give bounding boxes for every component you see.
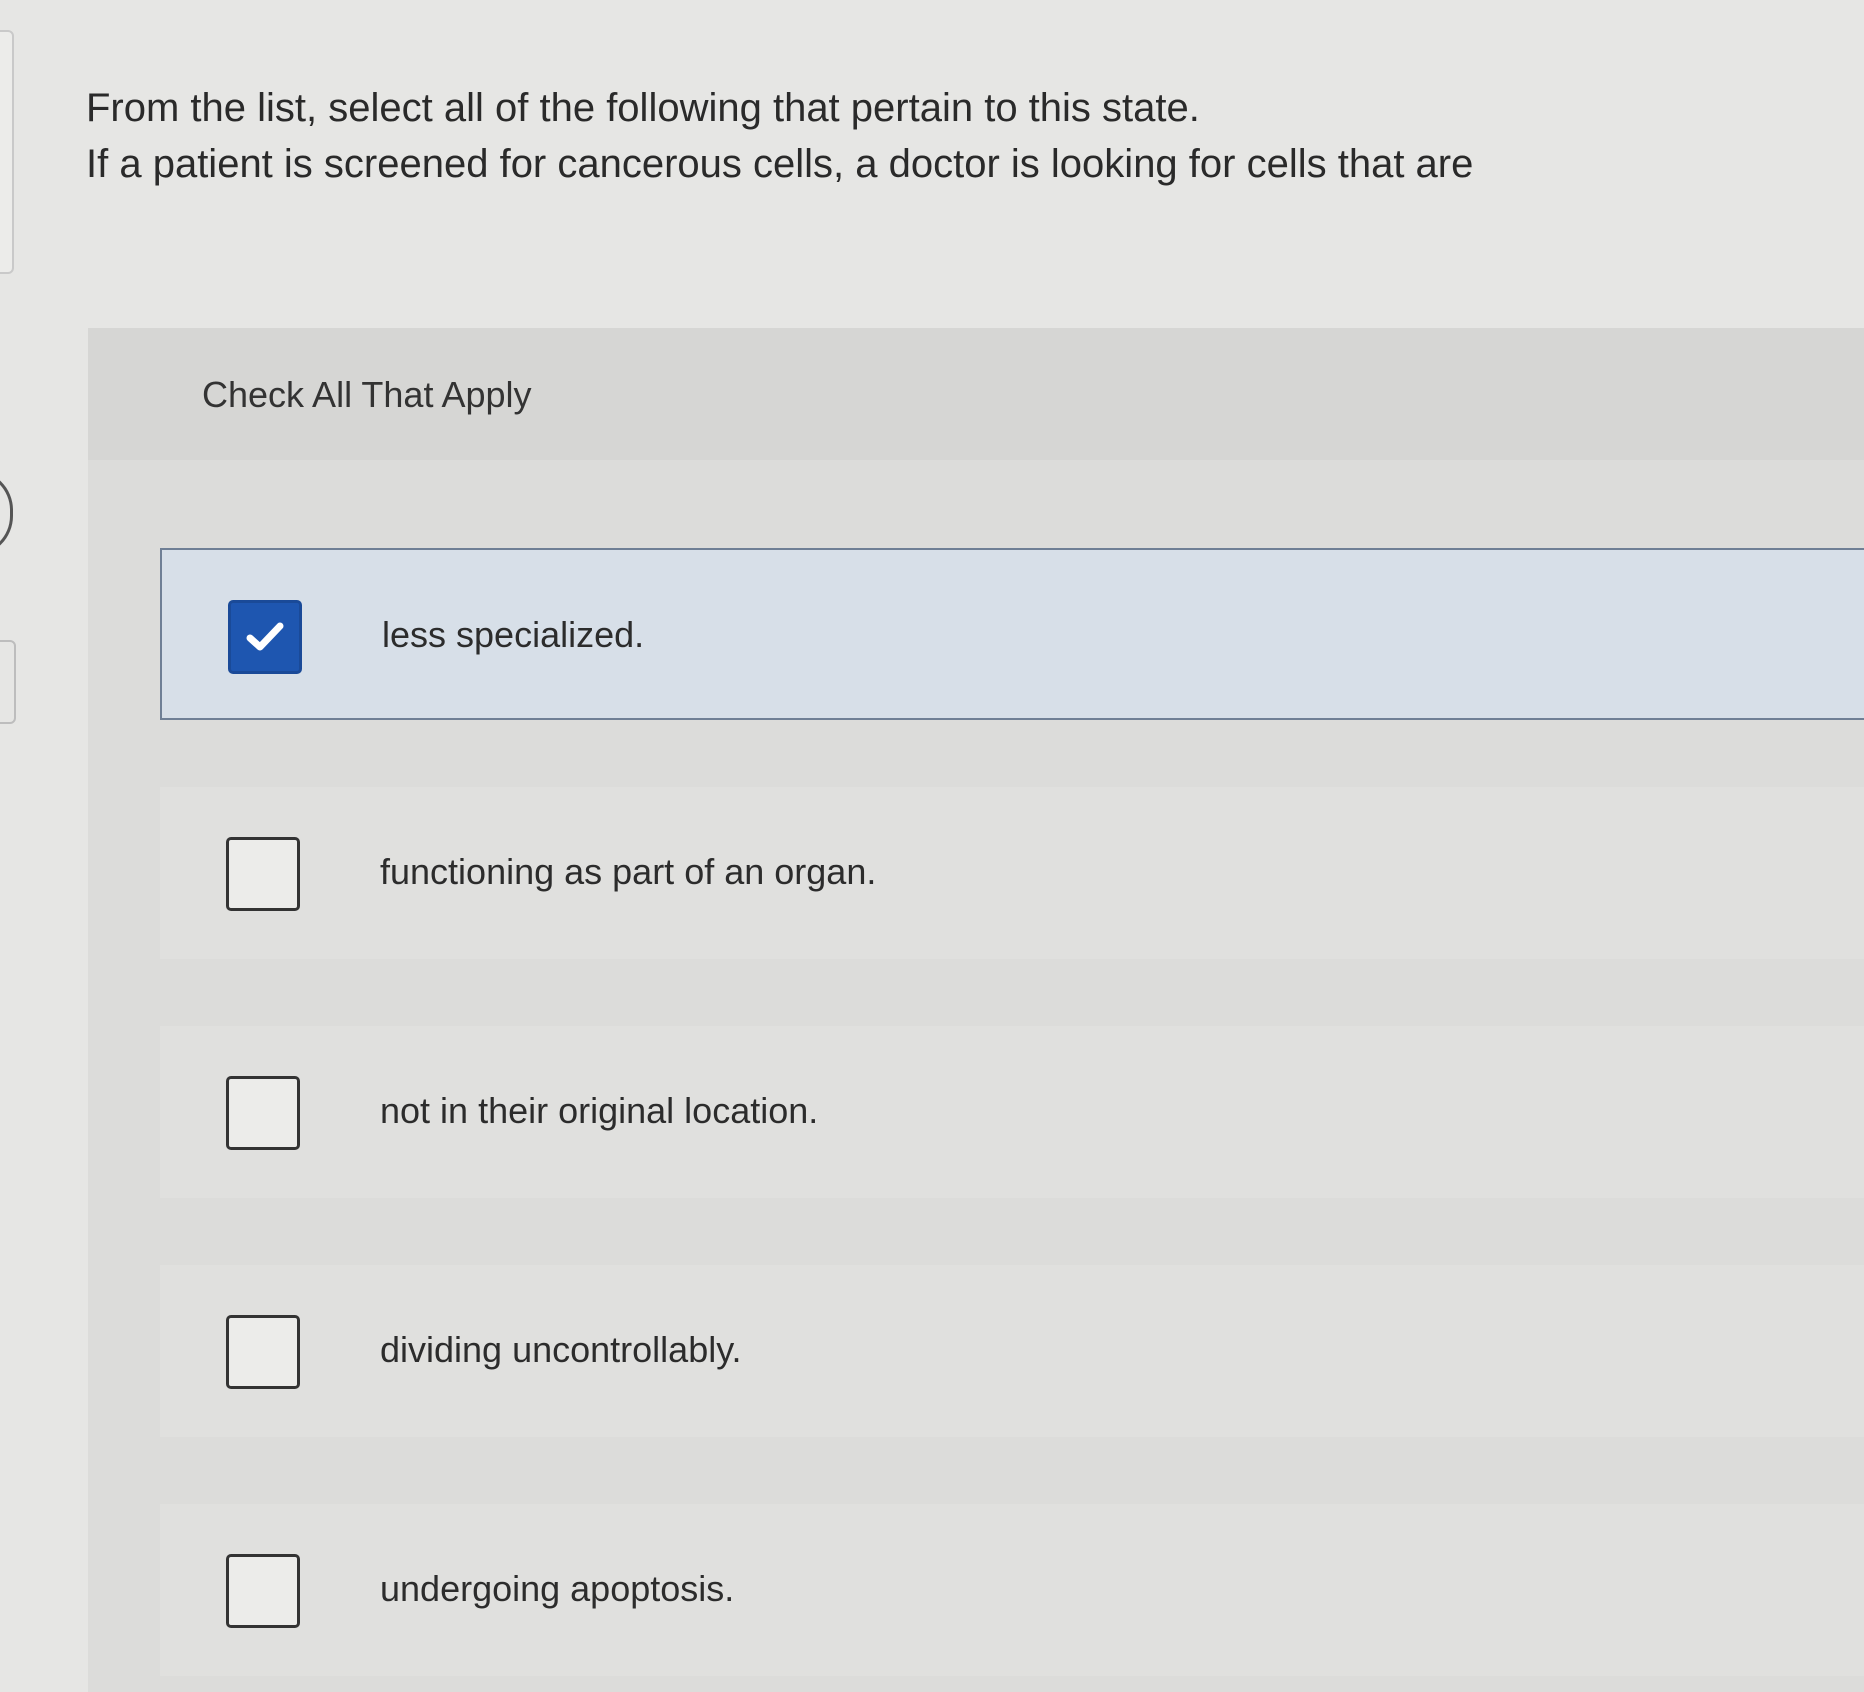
check-all-instruction: Check All That Apply	[202, 374, 532, 415]
checkbox-checked[interactable]	[228, 600, 302, 674]
question-prompt: From the list, select all of the followi…	[86, 80, 1786, 192]
option-functioning-organ[interactable]: functioning as part of an organ.	[160, 787, 1864, 959]
option-label: dividing uncontrollably.	[380, 1329, 742, 1370]
option-not-original-location[interactable]: not in their original location.	[160, 1026, 1864, 1198]
question-line-2: If a patient is screened for cancerous c…	[86, 142, 1474, 186]
checkbox-unchecked[interactable]	[226, 837, 300, 911]
option-label: not in their original location.	[380, 1090, 819, 1131]
checkbox-unchecked[interactable]	[226, 1554, 300, 1628]
option-label: less specialized.	[382, 614, 645, 655]
left-edge-panel	[0, 30, 14, 274]
check-icon	[246, 622, 284, 651]
option-label: undergoing apoptosis.	[380, 1568, 735, 1609]
option-undergoing-apoptosis[interactable]: undergoing apoptosis.	[160, 1504, 1864, 1676]
option-dividing-uncontrollably[interactable]: dividing uncontrollably.	[160, 1265, 1864, 1437]
panel-header: Check All That Apply	[88, 328, 1864, 460]
option-less-specialized[interactable]: less specialized.	[160, 548, 1864, 720]
answer-panel: Check All That Apply less specialized. f…	[88, 328, 1864, 1692]
option-label: functioning as part of an organ.	[380, 851, 877, 892]
checkbox-unchecked[interactable]	[226, 1315, 300, 1389]
left-edge-tab[interactable]	[0, 470, 13, 556]
checkbox-unchecked[interactable]	[226, 1076, 300, 1150]
left-edge-box	[0, 640, 16, 724]
question-line-1: From the list, select all of the followi…	[86, 86, 1200, 130]
